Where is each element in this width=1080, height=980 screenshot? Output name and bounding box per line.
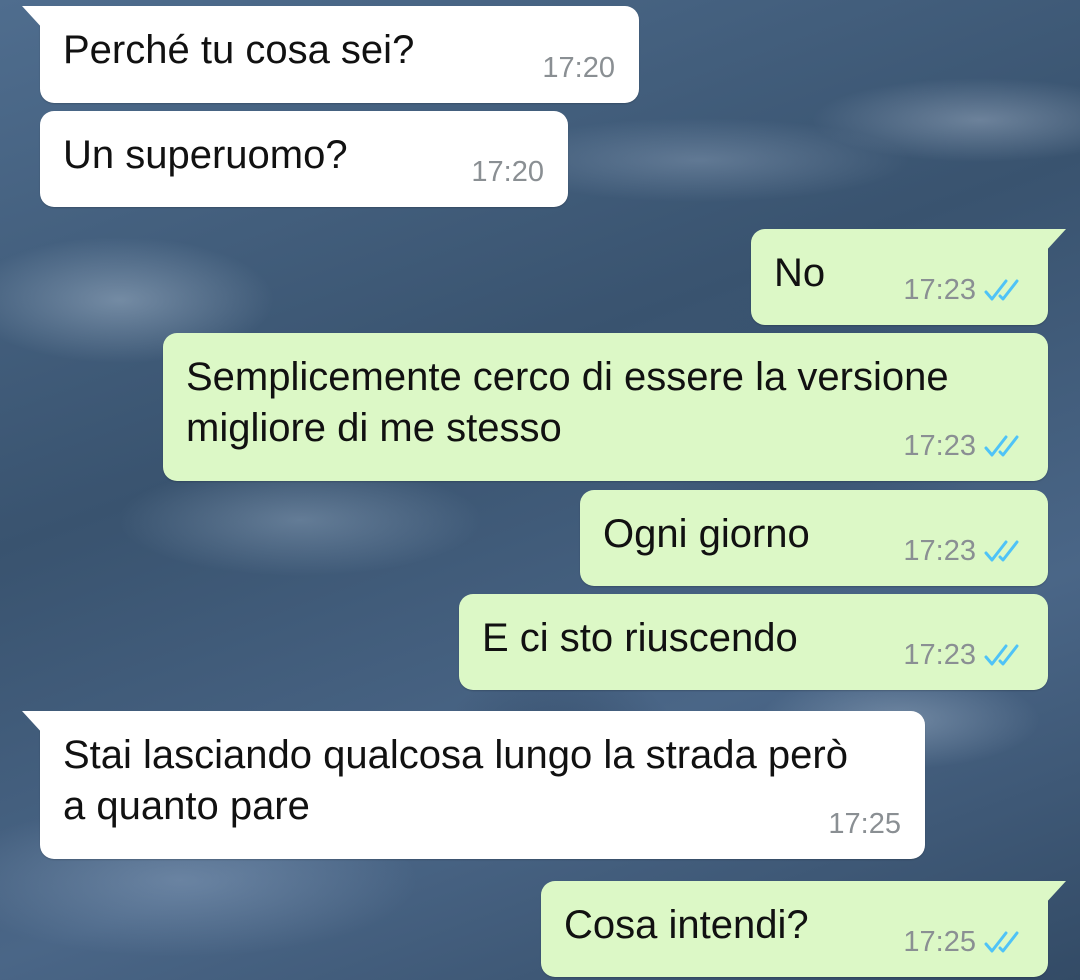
message-meta: 17:23 <box>903 638 1024 672</box>
message-text: Cosa intendi? <box>564 903 809 947</box>
message-meta: 17:20 <box>542 51 615 85</box>
message-meta: 17:23 <box>903 429 1024 463</box>
message-meta: 17:23 <box>903 273 1024 307</box>
double-check-icon <box>984 279 1019 301</box>
message-time: 17:23 <box>903 535 976 567</box>
message-time: 17:20 <box>542 52 615 84</box>
message-bubble-outgoing[interactable]: E ci sto riuscendo 17:23 <box>459 594 1048 690</box>
message-bubble-outgoing[interactable]: Semplicemente cerco di essere la version… <box>163 333 1048 481</box>
message-text: No <box>774 251 826 295</box>
message-bubble-incoming[interactable]: Un superuomo? 17:20 <box>40 111 568 207</box>
message-time: 17:25 <box>828 808 901 840</box>
message-time: 17:23 <box>903 430 976 462</box>
message-meta: 17:23 <box>903 534 1024 568</box>
message-text: Ogni giorno <box>603 512 810 556</box>
double-check-icon <box>984 540 1019 562</box>
message-meta: 17:25 <box>903 925 1024 959</box>
double-check-icon <box>984 435 1019 457</box>
message-bubble-outgoing[interactable]: Cosa intendi? 17:25 <box>541 881 1066 977</box>
message-meta: 17:20 <box>471 155 544 189</box>
message-bubble-outgoing[interactable]: No 17:23 <box>751 229 1066 325</box>
message-time: 17:23 <box>903 274 976 306</box>
message-text: Stai lasciando qualcosa lungo la strada … <box>63 733 848 828</box>
message-meta: 17:25 <box>828 807 901 841</box>
message-bubble-incoming[interactable]: Stai lasciando qualcosa lungo la strada … <box>22 711 925 859</box>
message-time: 17:20 <box>471 156 544 188</box>
double-check-icon <box>984 644 1019 666</box>
message-text: Perché tu cosa sei? <box>63 28 415 72</box>
message-time: 17:25 <box>903 926 976 958</box>
double-check-icon <box>984 931 1019 953</box>
message-time: 17:23 <box>903 639 976 671</box>
message-text: E ci sto riuscendo <box>482 616 798 660</box>
message-bubble-outgoing[interactable]: Ogni giorno 17:23 <box>580 490 1048 586</box>
message-text: Un superuomo? <box>63 133 348 177</box>
message-bubble-incoming[interactable]: Perché tu cosa sei? 17:20 <box>22 6 639 103</box>
